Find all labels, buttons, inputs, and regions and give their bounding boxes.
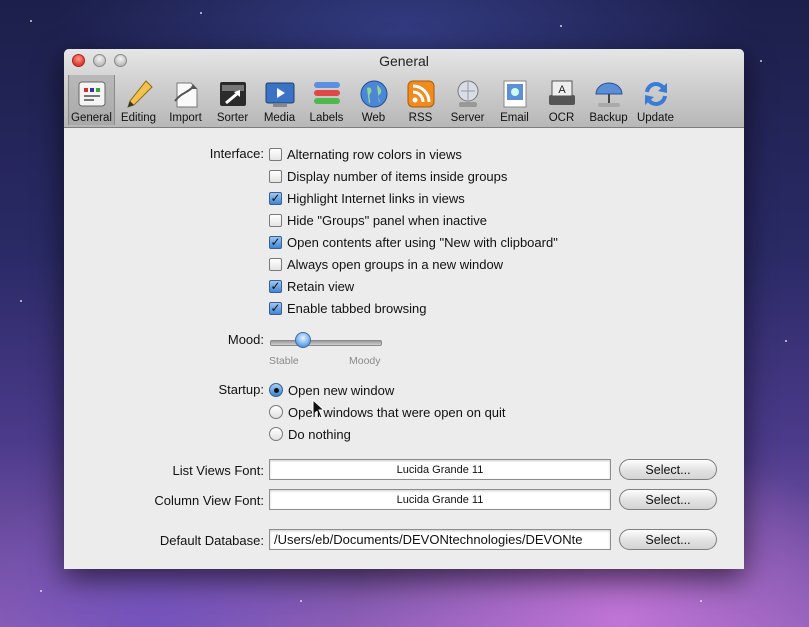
tab-label: Labels (309, 112, 344, 124)
option-label: Open new window (288, 382, 395, 398)
tab-label: Backup (589, 112, 628, 124)
checkbox[interactable] (269, 257, 282, 271)
globe-icon (358, 78, 390, 110)
checkbox[interactable] (269, 235, 282, 249)
option-alternating-row-colors[interactable]: Alternating row colors in views (269, 145, 462, 163)
tab-general[interactable]: General (68, 75, 115, 125)
tab-media[interactable]: Media (256, 75, 303, 125)
pencil-icon (123, 78, 155, 110)
mood-slider-knob[interactable] (295, 332, 311, 348)
tab-label: RSS (408, 112, 433, 124)
checkbox[interactable] (269, 147, 282, 161)
radio-button[interactable] (269, 405, 283, 419)
preferences-content: Interface: Alternating row colors in vie… (64, 128, 744, 569)
tab-label: Sorter (216, 112, 249, 124)
option-hide-groups-panel[interactable]: Hide "Groups" panel when inactive (269, 211, 487, 229)
tab-backup[interactable]: Backup (585, 75, 632, 125)
scanner-icon: A (546, 78, 578, 110)
tab-label: Email (500, 112, 529, 124)
option-highlight-links[interactable]: Highlight Internet links in views (269, 189, 465, 207)
tab-label: Editing (120, 112, 157, 124)
option-label: Always open groups in a new window (287, 256, 504, 272)
tab-editing[interactable]: Editing (115, 75, 162, 125)
umbrella-icon (593, 78, 625, 110)
startup-open-new-window[interactable]: Open new window (269, 381, 394, 399)
checkbox[interactable] (269, 169, 282, 183)
media-icon (264, 78, 296, 110)
column-view-font-field[interactable]: Lucida Grande 11 (269, 489, 611, 510)
tab-labels[interactable]: Labels (303, 75, 350, 125)
option-label: Display number of items inside groups (287, 168, 508, 184)
startup-do-nothing[interactable]: Do nothing (269, 425, 351, 443)
database-select-button[interactable]: Select... (619, 529, 717, 550)
option-label: Alternating row colors in views (287, 146, 462, 162)
radio-button[interactable] (269, 383, 283, 397)
svg-text:A: A (558, 84, 566, 96)
option-label: Open contents after using "New with clip… (287, 234, 558, 250)
sorter-icon (217, 78, 249, 110)
option-label: Enable tabbed browsing (287, 300, 427, 316)
option-label: Highlight Internet links in views (287, 190, 465, 206)
list-font-select-button[interactable]: Select... (619, 459, 717, 480)
tab-label: Media (263, 112, 296, 124)
tab-sorter[interactable]: Sorter (209, 75, 256, 125)
tab-rss[interactable]: RSS (397, 75, 444, 125)
column-font-select-button[interactable]: Select... (619, 489, 717, 510)
checkbox[interactable] (269, 279, 282, 293)
mood-label: Mood: (227, 332, 264, 347)
mood-max-label: Moody (349, 355, 381, 367)
tab-email[interactable]: Email (491, 75, 538, 125)
option-display-item-count[interactable]: Display number of items inside groups (269, 167, 507, 185)
mood-slider-track[interactable] (270, 340, 382, 346)
mood-min-label: Stable (269, 355, 299, 367)
option-tabbed-browsing[interactable]: Enable tabbed browsing (269, 299, 427, 317)
interface-label: Interface: (209, 146, 264, 161)
import-icon (170, 78, 202, 110)
preferences-toolbar: General Editing Import Sorter Media Labe… (68, 75, 679, 125)
tab-ocr[interactable]: A OCR (538, 75, 585, 125)
title-bar: General General Editing Import Sorter Me… (64, 49, 744, 128)
option-label: Retain view (287, 278, 355, 294)
tab-label: Import (169, 112, 202, 124)
option-label: Do nothing (288, 426, 351, 442)
list-views-font-label: List Views Font: (172, 463, 264, 478)
checkbox[interactable] (269, 213, 282, 227)
general-prefs-icon (76, 78, 108, 110)
checkbox[interactable] (269, 301, 282, 315)
update-arrows-icon (640, 78, 672, 110)
startup-open-previous-windows[interactable]: Open windows that were open on quit (269, 403, 506, 421)
email-icon (499, 78, 531, 110)
option-open-groups-new-window[interactable]: Always open groups in a new window (269, 255, 503, 273)
option-label: Open windows that were open on quit (288, 404, 506, 420)
tab-update[interactable]: Update (632, 75, 679, 125)
option-retain-view[interactable]: Retain view (269, 277, 354, 295)
column-view-font-label: Column View Font: (154, 493, 264, 508)
default-database-label: Default Database: (159, 533, 264, 548)
tab-label: General (71, 112, 112, 124)
tab-import[interactable]: Import (162, 75, 209, 125)
tab-web[interactable]: Web (350, 75, 397, 125)
preferences-window: General General Editing Import Sorter Me… (64, 49, 744, 569)
tab-server[interactable]: Server (444, 75, 491, 125)
default-database-field[interactable]: /Users/eb/Documents/DEVONtechnologies/DE… (269, 529, 611, 550)
tab-label: Web (361, 112, 386, 124)
tab-label: OCR (548, 112, 575, 124)
window-title: General (379, 53, 429, 69)
option-open-contents-after-clipboard[interactable]: Open contents after using "New with clip… (269, 233, 558, 251)
tab-label: Update (636, 112, 675, 124)
option-label: Hide "Groups" panel when inactive (287, 212, 488, 228)
tab-label: Server (450, 112, 485, 124)
radio-button[interactable] (269, 427, 283, 441)
startup-label: Startup: (218, 382, 264, 397)
checkbox[interactable] (269, 191, 282, 205)
server-icon (452, 78, 484, 110)
labels-icon (311, 78, 343, 110)
list-views-font-field[interactable]: Lucida Grande 11 (269, 459, 611, 480)
rss-icon (405, 78, 437, 110)
